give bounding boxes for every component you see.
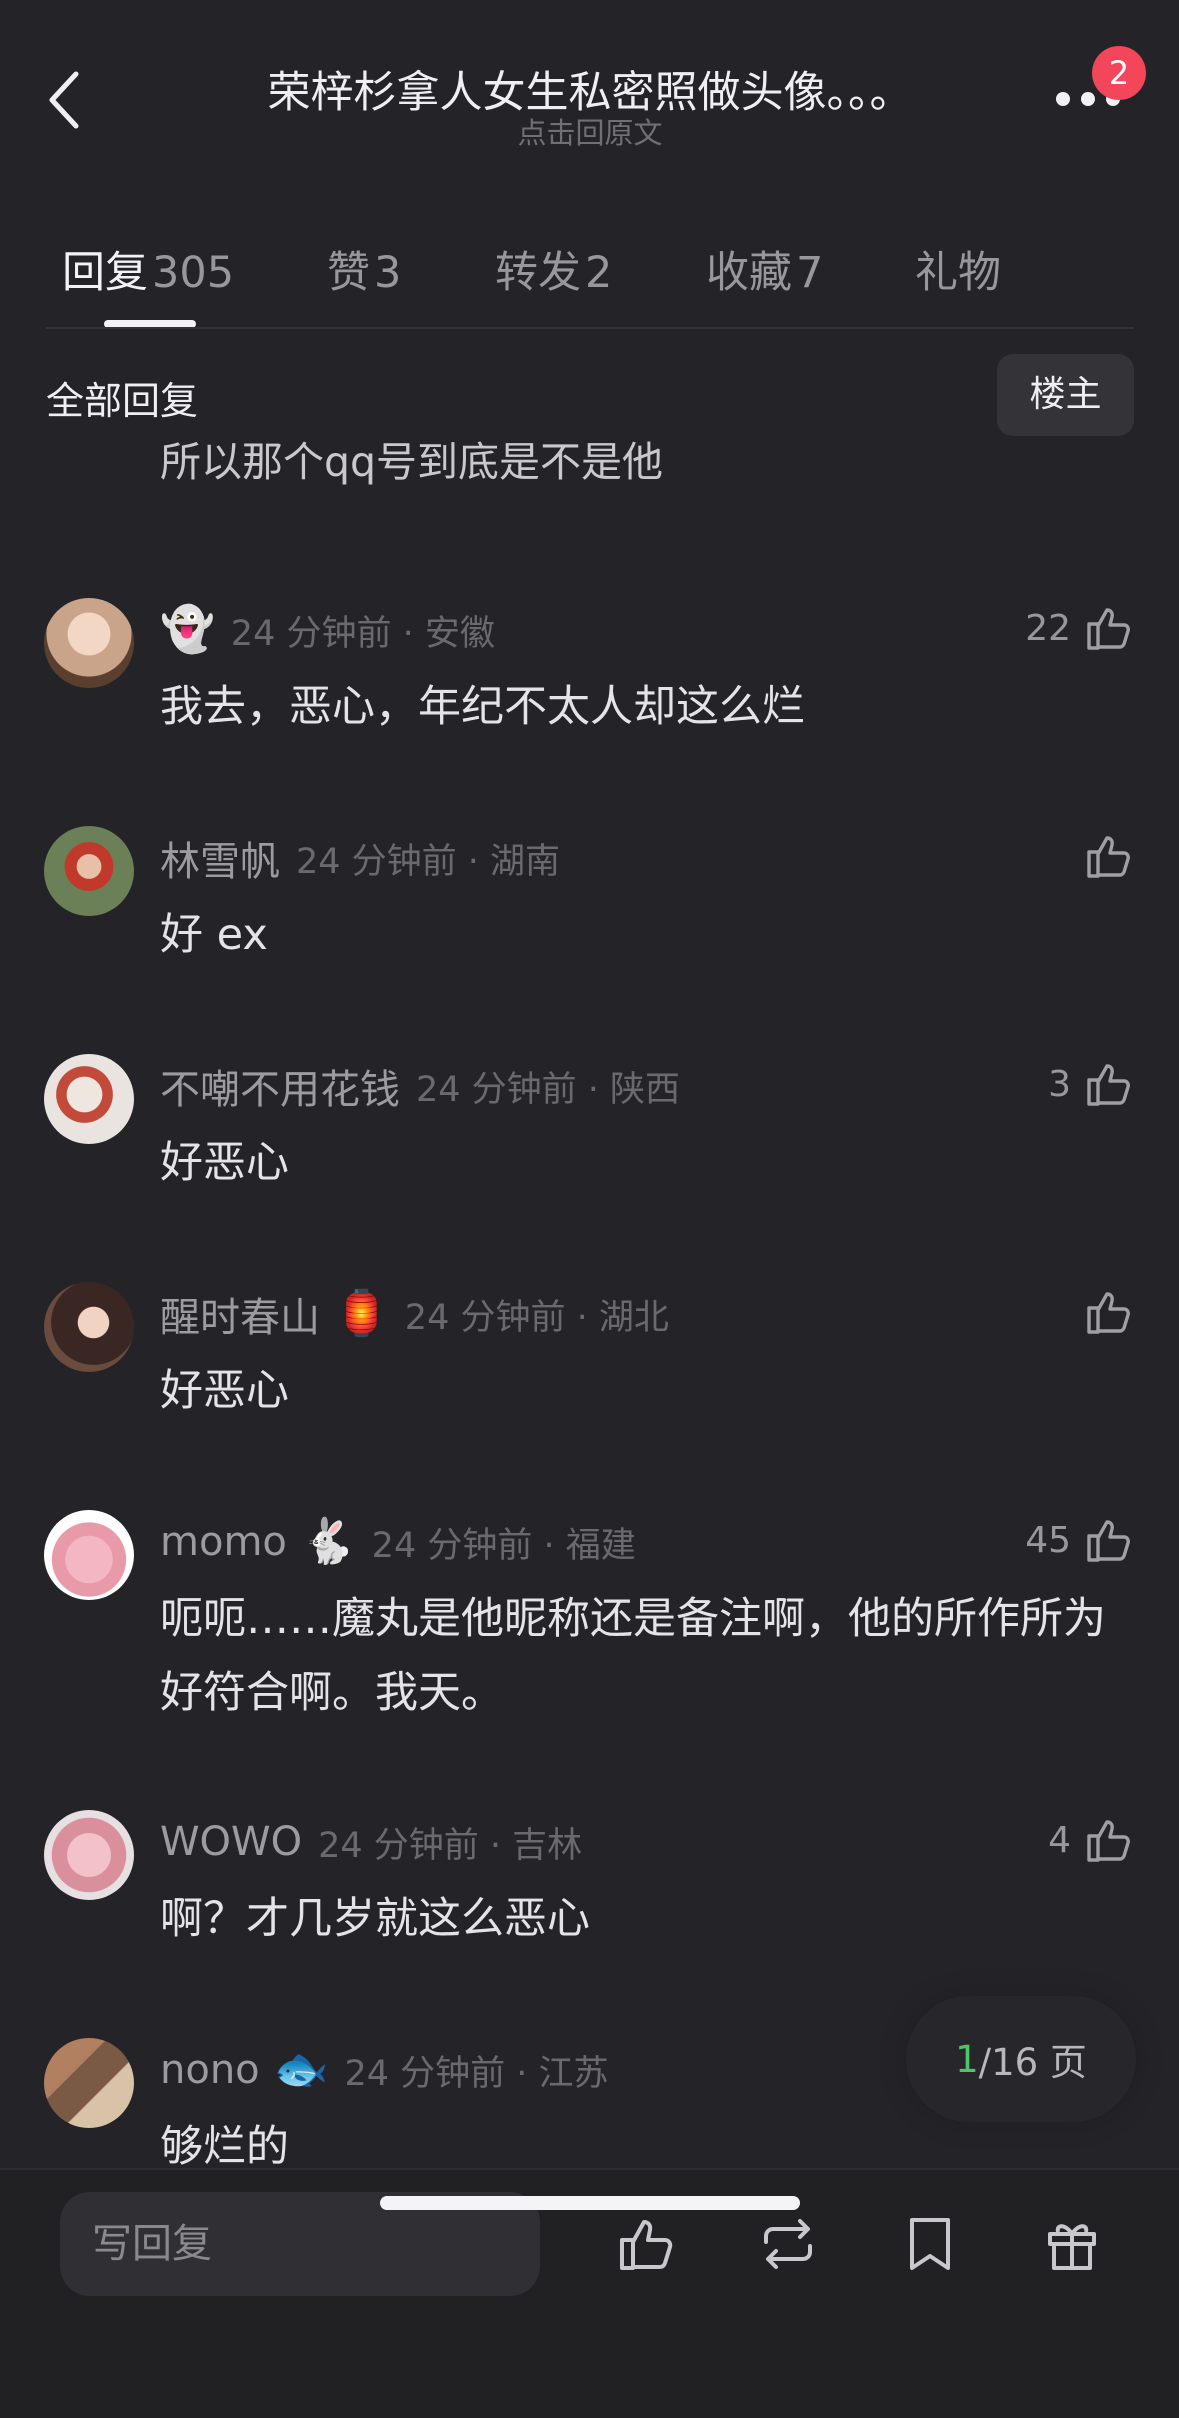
user-badge-icon: 🏮 — [334, 1288, 389, 1339]
avatar[interactable] — [44, 1510, 134, 1600]
comment-text: 好恶心 — [160, 1138, 289, 1188]
comment-text: 呃呃……魔丸是他昵称还是备注啊，他的所作所为好符合啊。我天。 — [160, 1594, 1106, 1718]
like-count: 45 — [1025, 1519, 1071, 1561]
comment-time-location: 24 分钟前 · 湖南 — [296, 841, 561, 882]
user-badge-icon: 🐇 — [300, 1516, 356, 1567]
thumbs-up-icon — [1087, 1520, 1130, 1562]
avatar[interactable] — [44, 2038, 134, 2128]
total-pages: /16 页 — [978, 2041, 1087, 2084]
home-indicator[interactable] — [380, 2196, 800, 2210]
thumbs-up-icon — [1087, 1292, 1130, 1334]
page-indicator[interactable]: 1/16 页 — [906, 1996, 1136, 2122]
tab-likes[interactable]: 赞3 — [327, 238, 401, 300]
current-page: 1 — [955, 2037, 979, 2081]
username[interactable]: 不嘲不用花钱 — [160, 1057, 400, 1115]
view-original-link[interactable]: 点击回原文 — [150, 110, 1030, 152]
like-button[interactable]: 45 — [1025, 1510, 1135, 1570]
tab-replies[interactable]: 回复305 — [62, 238, 234, 300]
thumbs-up-icon — [1087, 1820, 1130, 1862]
section-title: 全部回复 — [46, 379, 199, 423]
comment-text: 我去，恶心，年纪不太人却这么烂 — [160, 682, 805, 732]
tab-favorites[interactable]: 收藏7 — [706, 238, 823, 300]
partial-comment-text: 所以那个qq号到底是不是他 — [160, 440, 664, 486]
header: 荣梓杉拿人女生私密照做头像。。。 点击回原文 2 — [0, 0, 1179, 200]
comment-time-location: 24 分钟前 · 吉林 — [318, 1825, 583, 1866]
bookmark-icon[interactable] — [898, 2212, 962, 2276]
like-button[interactable]: 4 — [1048, 1810, 1135, 1870]
tab-gifts[interactable]: 礼物 — [915, 238, 1005, 300]
username[interactable]: momo — [160, 1519, 287, 1565]
avatar[interactable] — [44, 1282, 134, 1372]
thumbs-up-icon — [1087, 608, 1130, 650]
like-count: 22 — [1025, 607, 1071, 649]
thumbs-up-icon — [1087, 1064, 1130, 1106]
comment-time-location: 24 分钟前 · 福建 — [371, 1525, 636, 1566]
avatar[interactable] — [44, 1054, 134, 1144]
gift-icon[interactable] — [1040, 2212, 1104, 2276]
repost-icon[interactable] — [756, 2212, 820, 2276]
like-button[interactable]: 22 — [1025, 598, 1135, 658]
comment-time-location: 24 分钟前 · 陕西 — [416, 1069, 681, 1110]
username[interactable]: nono — [160, 2047, 260, 2093]
tab-divider — [46, 327, 1134, 329]
comment-text: 好恶心 — [160, 1366, 289, 1416]
avatar[interactable] — [44, 1810, 134, 1900]
comment-text: 啊？才几岁就这么恶心 — [160, 1894, 590, 1944]
user-badge-icon: 🐟 — [273, 2044, 329, 2095]
username[interactable]: 林雪帆 — [160, 829, 280, 887]
like-icon[interactable] — [614, 2212, 678, 2276]
notification-badge: 2 — [1092, 46, 1146, 100]
like-button[interactable]: 3 — [1048, 1054, 1135, 1114]
owner-only-button[interactable]: 楼主 — [997, 354, 1134, 436]
tab-bar: 回复305 赞3 转发2 收藏7 礼物 — [0, 226, 1179, 330]
user-badge-icon: 👻 — [160, 604, 215, 655]
avatar[interactable] — [44, 598, 134, 688]
username[interactable]: WOWO — [160, 1819, 302, 1865]
like-count: 3 — [1048, 1063, 1071, 1105]
comment-text: 好 ex — [160, 910, 268, 960]
comment-time-location: 24 分钟前 · 湖北 — [404, 1297, 669, 1338]
tab-reposts[interactable]: 转发2 — [495, 238, 612, 300]
back-arrow-icon[interactable] — [44, 68, 84, 132]
like-button[interactable] — [1071, 1282, 1135, 1342]
like-count: 4 — [1048, 1819, 1071, 1861]
username[interactable]: 醒时春山 — [160, 1285, 320, 1343]
comment-time-location: 24 分钟前 · 江苏 — [344, 2053, 609, 2094]
thumbs-up-icon — [1087, 836, 1130, 878]
comment-time-location: 24 分钟前 · 安徽 — [230, 613, 495, 654]
like-button[interactable] — [1071, 826, 1135, 886]
avatar[interactable] — [44, 826, 134, 916]
